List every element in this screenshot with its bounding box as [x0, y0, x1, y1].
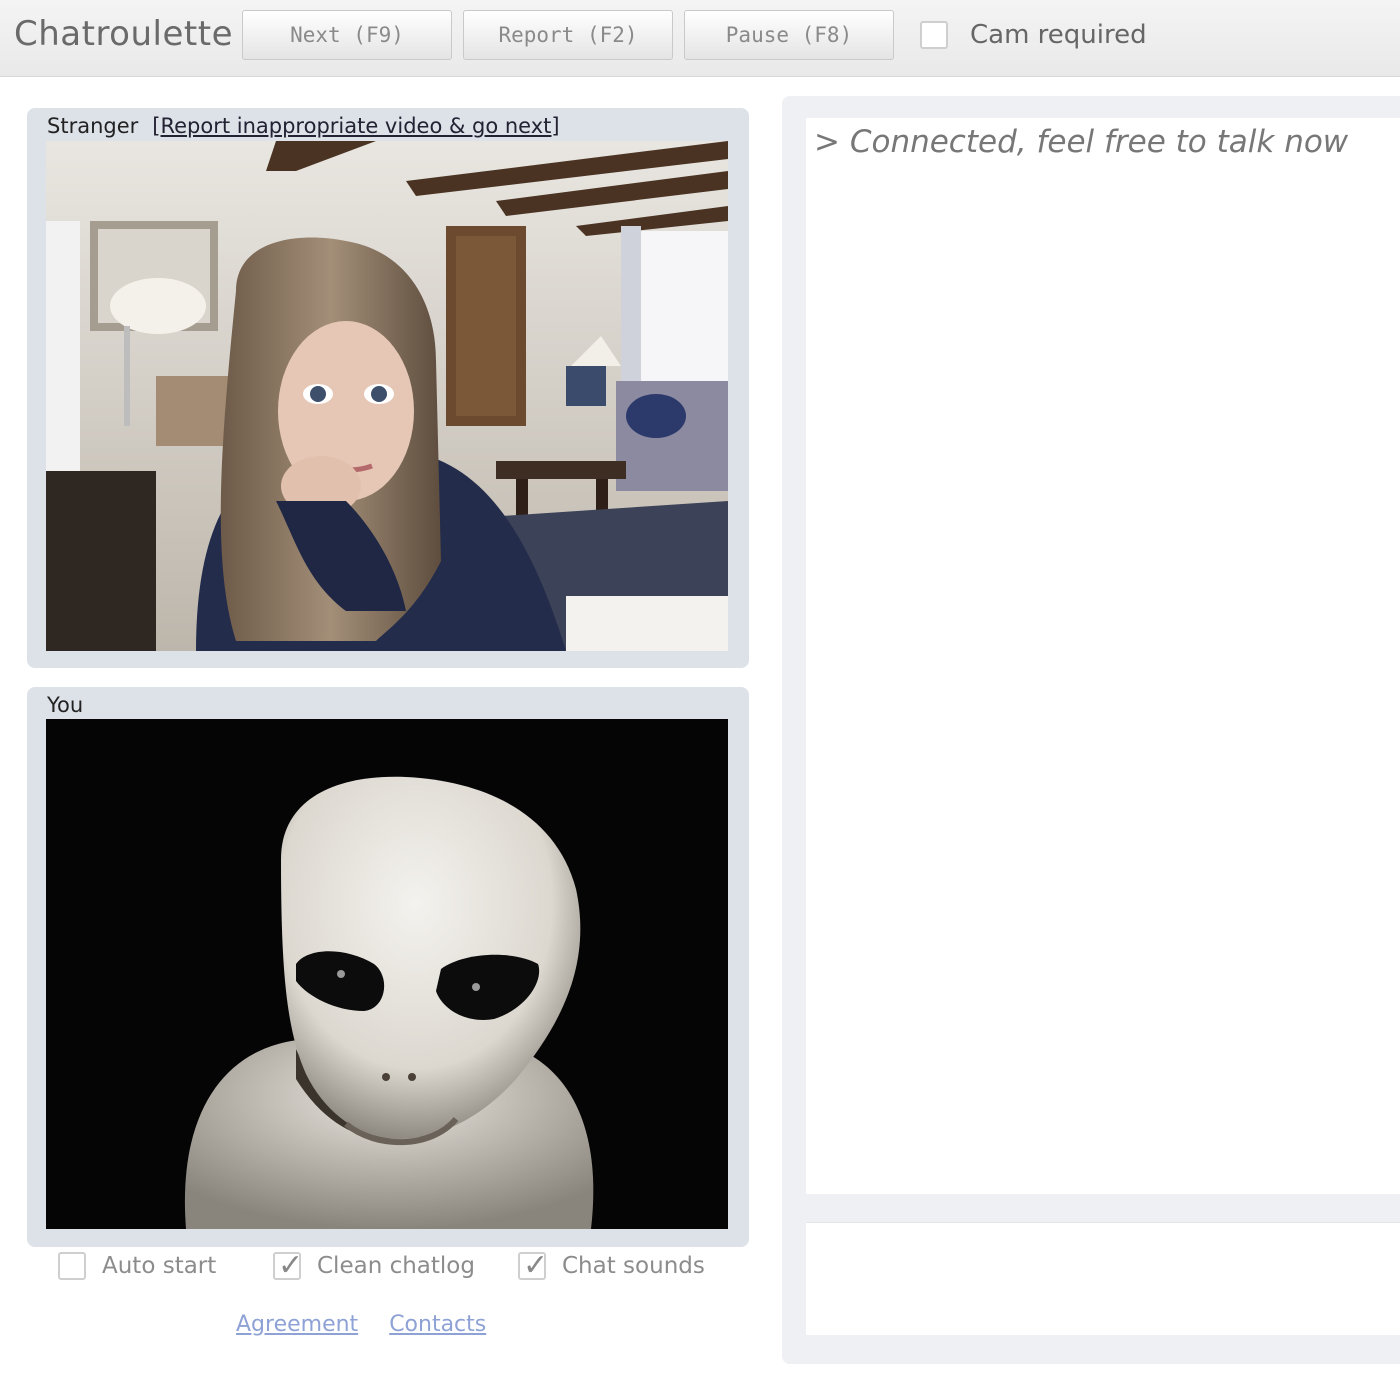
chat-message: > Connected, feel free to talk now: [814, 124, 1349, 160]
auto-start-label: Auto start: [102, 1253, 217, 1279]
stranger-header: Stranger [Report inappropriate video & go…: [47, 114, 560, 138]
stranger-label: Stranger: [47, 114, 139, 138]
you-panel: You: [27, 687, 749, 1247]
contacts-link[interactable]: Contacts: [389, 1312, 486, 1337]
agreement-link[interactable]: Agreement: [236, 1312, 358, 1337]
next-button[interactable]: Next (F9): [242, 10, 452, 60]
cam-required-option[interactable]: Cam required: [920, 20, 1147, 50]
you-label: You: [47, 693, 84, 717]
stranger-video: [46, 141, 728, 651]
report-video-link[interactable]: [Report inappropriate video & go next]: [152, 114, 559, 138]
top-toolbar: Chatroulette Next (F9) Report (F2) Pause…: [0, 0, 1400, 77]
auto-start-option[interactable]: Auto start: [58, 1252, 216, 1280]
footer-links: Agreement Contacts: [236, 1312, 510, 1337]
chat-sounds-option[interactable]: Chat sounds: [518, 1248, 705, 1283]
clean-chatlog-label: Clean chatlog: [317, 1253, 475, 1279]
clean-chatlog-option[interactable]: Clean chatlog: [273, 1248, 475, 1283]
chat-sounds-label: Chat sounds: [562, 1253, 705, 1279]
auto-start-checkbox[interactable]: [58, 1252, 86, 1280]
alien-webcam-icon: [46, 719, 728, 1229]
cam-required-checkbox[interactable]: [920, 21, 948, 49]
chat-log[interactable]: > Connected, feel free to talk now: [806, 118, 1400, 1194]
stranger-panel: Stranger [Report inappropriate video & go…: [27, 108, 749, 668]
pause-button[interactable]: Pause (F8): [684, 10, 894, 60]
chat-sounds-checkbox[interactable]: [518, 1248, 548, 1283]
options-bar: Auto start Clean chatlog Chat sounds: [58, 1248, 758, 1292]
cam-required-label: Cam required: [970, 20, 1147, 50]
app-logo: Chatroulette: [14, 14, 233, 54]
clean-chatlog-checkbox[interactable]: [273, 1248, 303, 1283]
chat-input[interactable]: [806, 1222, 1400, 1335]
report-button[interactable]: Report (F2): [463, 10, 673, 60]
you-video: [46, 719, 728, 1229]
webcam-feed-icon: [46, 141, 728, 651]
